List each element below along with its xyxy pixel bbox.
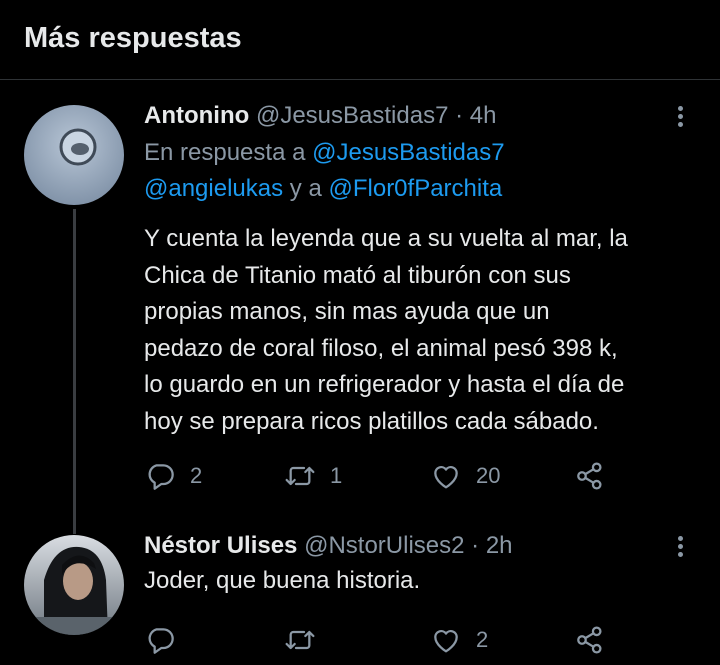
retweet-icon bbox=[285, 466, 315, 486]
like-count: 2 bbox=[476, 627, 489, 652]
like-icon bbox=[434, 465, 458, 489]
like-icon bbox=[434, 629, 458, 653]
avatar[interactable] bbox=[24, 105, 124, 205]
retweet-button[interactable]: 1 bbox=[284, 456, 342, 496]
reply-count: 2 bbox=[190, 463, 203, 488]
author-handle[interactable]: @NstorUlises2 bbox=[304, 532, 464, 559]
like-button[interactable]: 2 bbox=[430, 620, 488, 660]
more-icon[interactable] bbox=[670, 533, 690, 563]
replying-to: En respuesta a @JesusBastidas7 @angieluk… bbox=[144, 135, 690, 207]
tweet-meta: Néstor Ulises @NstorUlises2 · 2h bbox=[144, 531, 690, 561]
replying-prefix: En respuesta a bbox=[144, 139, 306, 166]
tweet-nestor[interactable]: Néstor Ulises @NstorUlises2 · 2h Joder, … bbox=[0, 525, 720, 665]
tweet-text-line: propias manos, sin mas ayuda que un bbox=[144, 298, 550, 325]
mention-link[interactable]: @Flor0fParchita bbox=[328, 175, 502, 202]
tweet-text: Y cuenta la leyenda que a su vuelta al m… bbox=[144, 221, 690, 440]
author-name[interactable]: Néstor Ulises bbox=[144, 532, 297, 559]
reply-button[interactable] bbox=[144, 620, 190, 660]
tweet-text-line: Chica de Titanio mató al tiburón con sus bbox=[144, 261, 571, 289]
tweet-body: Néstor Ulises @NstorUlises2 · 2h Joder, … bbox=[144, 531, 690, 600]
more-icon[interactable] bbox=[670, 103, 690, 133]
reply-button[interactable]: 2 bbox=[144, 456, 202, 496]
like-button[interactable]: 20 bbox=[430, 456, 500, 496]
avatar[interactable] bbox=[24, 535, 124, 635]
author-name[interactable]: Antonino bbox=[144, 102, 249, 129]
tweet-text-line: Y cuenta la leyenda que a su vuelta al m… bbox=[144, 225, 628, 252]
tweet-body: Antonino @JesusBastidas7 · 4h En respues… bbox=[144, 101, 690, 440]
reply-icon bbox=[148, 464, 174, 490]
replying-and: y a bbox=[289, 175, 322, 202]
mention-link[interactable]: @angielukas bbox=[144, 175, 283, 202]
share-button[interactable] bbox=[574, 620, 606, 660]
retweet-icon bbox=[285, 630, 315, 650]
tweet-time[interactable]: 4h bbox=[470, 102, 497, 129]
avatar-image bbox=[24, 105, 124, 205]
tweet-text-line: hoy se prepara ricos platillos cada sába… bbox=[144, 407, 599, 435]
reply-icon bbox=[148, 628, 174, 654]
tweet-text-line: lo guardo en un refrigerador y hasta el … bbox=[144, 371, 625, 398]
share-button[interactable] bbox=[574, 456, 606, 496]
thread-line bbox=[73, 209, 76, 534]
tweet-time[interactable]: 2h bbox=[486, 532, 513, 559]
share-icon bbox=[577, 626, 602, 654]
retweet-button[interactable] bbox=[284, 620, 330, 660]
mention-link[interactable]: @JesusBastidas7 bbox=[312, 139, 504, 166]
meta-separator: · bbox=[455, 102, 464, 129]
like-count: 20 bbox=[476, 463, 501, 488]
meta-separator: · bbox=[471, 532, 480, 559]
page-header: Más respuestas bbox=[0, 0, 720, 80]
tweet-antonino[interactable]: Antonino @JesusBastidas7 · 4h En respues… bbox=[0, 81, 720, 536]
tweet-actions: 2 bbox=[144, 620, 624, 660]
page-title: Más respuestas bbox=[24, 22, 242, 54]
author-handle[interactable]: @JesusBastidas7 bbox=[256, 102, 448, 129]
avatar-image bbox=[24, 535, 124, 635]
tweet-text-line: pedazo de coral filoso, el animal pesó 3… bbox=[144, 334, 618, 362]
tweet-text: Joder, que buena historia. bbox=[144, 567, 421, 594]
tweet-actions: 2 1 20 bbox=[144, 456, 624, 496]
retweet-count: 1 bbox=[330, 463, 343, 488]
share-icon bbox=[577, 462, 602, 490]
tweet-meta: Antonino @JesusBastidas7 · 4h bbox=[144, 101, 690, 131]
